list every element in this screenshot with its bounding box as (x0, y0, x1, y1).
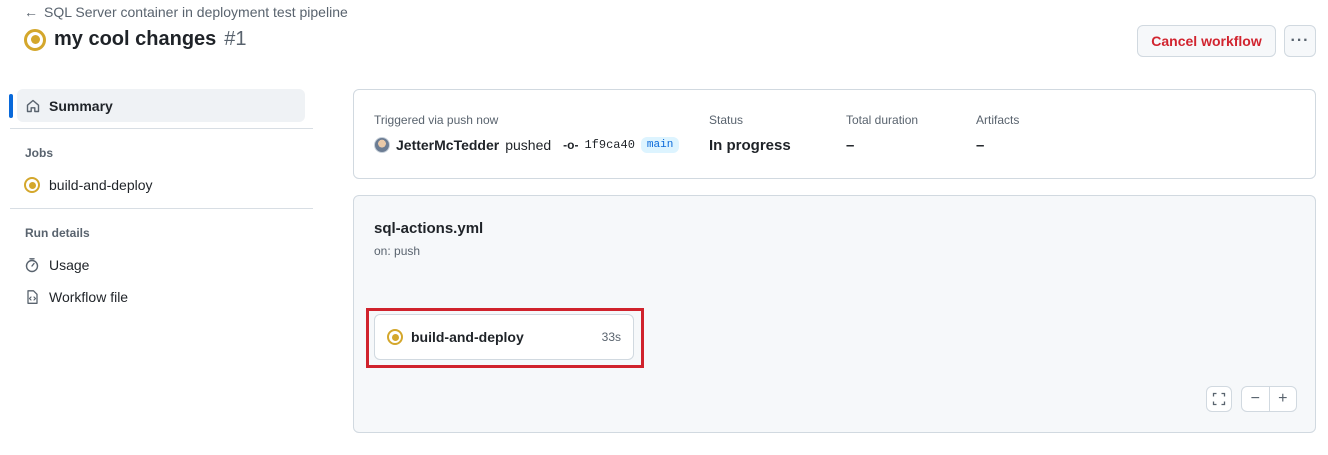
screen-full-icon (1211, 391, 1227, 407)
zoom-controls: − + (1241, 386, 1297, 412)
sidebar-item-label: build-and-deploy (49, 177, 153, 193)
artifacts-label: Artifacts (976, 113, 1020, 127)
more-options-button[interactable]: ··· (1284, 25, 1316, 57)
run-summary-card: Triggered via push now JetterMcTedder pu… (353, 89, 1316, 179)
action-text: pushed (505, 137, 552, 153)
duration-column: Total duration – (846, 113, 918, 154)
workflow-file-name: sql-actions.yml (374, 220, 484, 237)
stopwatch-icon (24, 257, 40, 273)
actor-link[interactable]: JetterMcTedder (396, 137, 499, 153)
job-card-build-and-deploy[interactable]: build-and-deploy 33s (374, 314, 634, 360)
file-code-icon (24, 289, 40, 305)
sidebar-item-usage[interactable]: Usage (24, 257, 89, 273)
workflow-trigger: on: push (374, 244, 421, 258)
zoom-in-button[interactable]: + (1268, 387, 1297, 411)
in-progress-status-icon (24, 28, 46, 51)
sidebar-divider (10, 208, 313, 209)
sidebar-item-summary[interactable]: Summary (17, 89, 305, 122)
arrow-left-icon: ← (24, 4, 38, 20)
trigger-label: Triggered via push now (374, 113, 499, 127)
in-progress-status-icon (387, 329, 403, 345)
status-value: In progress (709, 137, 791, 154)
branch-badge[interactable]: main (640, 137, 680, 153)
commit-sha-link[interactable]: 1f9ca40 (584, 138, 634, 152)
page-title-row: my cool changes #1 (24, 28, 247, 51)
sidebar-item-build-and-deploy[interactable]: build-and-deploy (24, 177, 153, 193)
jobs-heading: Jobs (25, 146, 54, 160)
avatar[interactable] (374, 137, 390, 153)
run-details-heading: Run details (25, 226, 90, 240)
back-link-label: SQL Server container in deployment test … (44, 4, 348, 20)
workflow-graph-panel: sql-actions.yml on: push build-and-deplo… (353, 195, 1316, 433)
duration-value: – (846, 137, 855, 154)
trigger-value: JetterMcTedder pushed -o- 1f9ca40 main (374, 137, 680, 153)
sidebar-item-label: Summary (49, 97, 113, 114)
run-number: #1 (224, 28, 247, 50)
sidebar-item-label: Usage (49, 257, 90, 273)
zoom-out-button[interactable]: − (1242, 387, 1269, 411)
trigger-column: Triggered via push now JetterMcTedder pu… (374, 113, 680, 153)
kebab-horizontal-icon: ··· (1290, 32, 1310, 49)
sidebar-item-label: Workflow file (49, 289, 129, 305)
back-link[interactable]: ← SQL Server container in deployment tes… (24, 4, 348, 20)
job-name: build-and-deploy (411, 329, 524, 345)
sidebar-divider (10, 128, 313, 129)
sidebar-item-workflow-file[interactable]: Workflow file (24, 289, 128, 305)
status-column: Status In progress (709, 113, 791, 154)
home-icon (25, 98, 41, 114)
fit-to-screen-button[interactable] (1206, 386, 1232, 412)
status-label: Status (709, 113, 744, 127)
in-progress-status-icon (24, 177, 40, 193)
active-nav-indicator (9, 94, 13, 118)
page-title: my cool changes (54, 28, 217, 50)
duration-label: Total duration (846, 113, 919, 127)
artifacts-column: Artifacts – (976, 113, 1019, 154)
git-commit-icon: -o- (563, 138, 579, 152)
artifacts-value: – (976, 137, 985, 154)
job-duration: 33s (601, 330, 621, 344)
cancel-workflow-button[interactable]: Cancel workflow (1137, 25, 1276, 57)
